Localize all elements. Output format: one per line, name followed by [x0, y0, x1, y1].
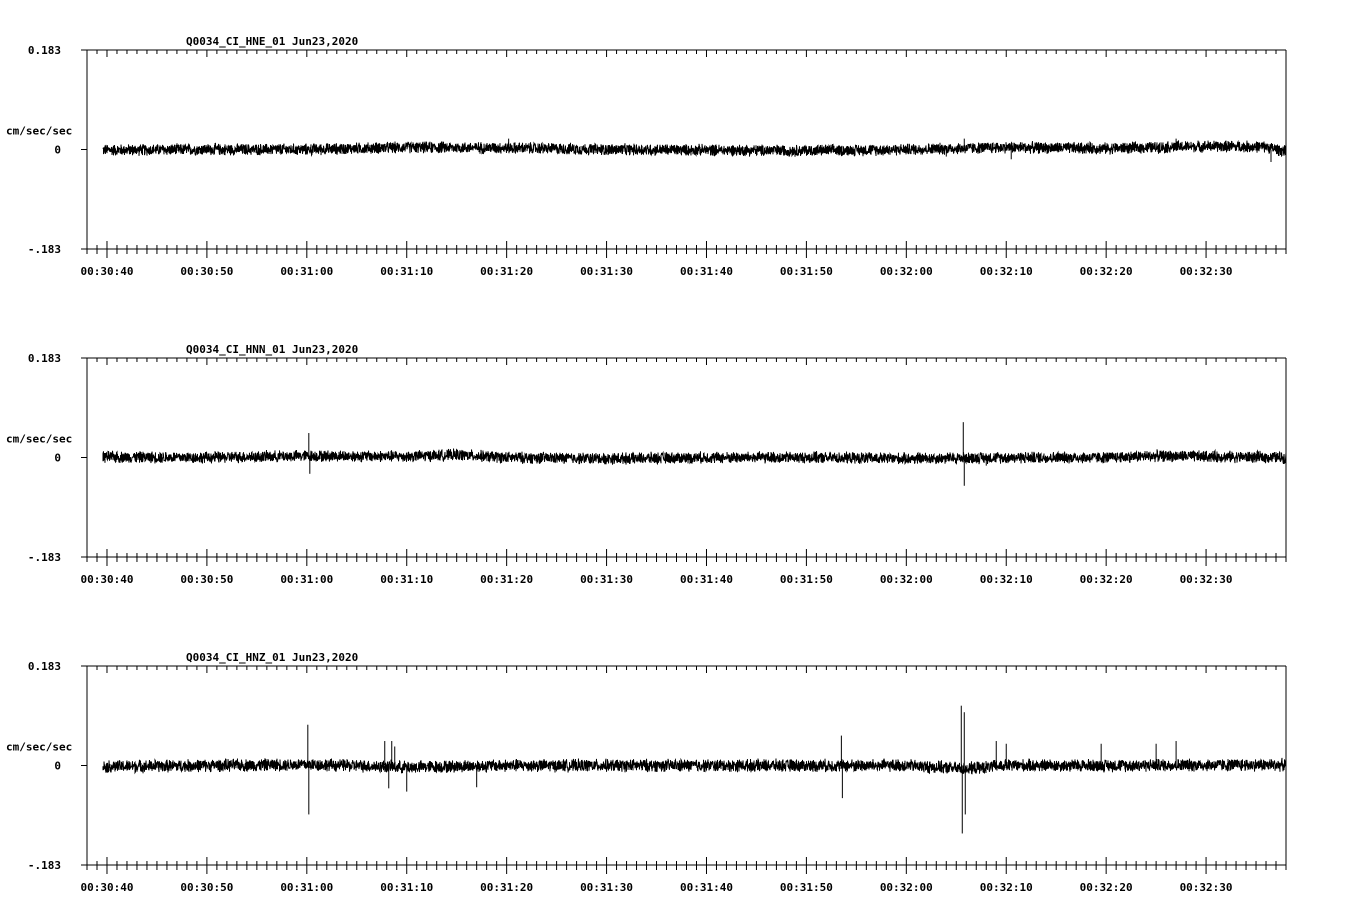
x-tick-label: 00:31:30 [580, 573, 633, 586]
y-tick-label: -.183 [28, 243, 61, 256]
x-tick-label: 00:31:40 [680, 573, 733, 586]
waveform-trace [102, 448, 1287, 466]
x-tick-label: 00:32:00 [880, 573, 933, 586]
x-tick-label: 00:31:50 [780, 265, 833, 278]
waveform-trace [102, 757, 1287, 775]
x-tick-label: 00:32:10 [980, 573, 1033, 586]
x-tick-label: 00:32:10 [980, 881, 1033, 894]
x-tick-label: 00:31:50 [780, 573, 833, 586]
x-tick-label: 00:32:00 [880, 881, 933, 894]
x-tick-label: 00:32:10 [980, 265, 1033, 278]
y-tick-label: 0.183 [28, 660, 61, 673]
panel-title: Q0034_CI_HNN_01 Jun23,2020 [186, 343, 358, 356]
x-tick-label: 00:31:20 [480, 265, 533, 278]
panel-title: Q0034_CI_HNZ_01 Jun23,2020 [186, 651, 358, 664]
y-tick-label: -.183 [28, 859, 61, 872]
x-tick-label: 00:31:40 [680, 265, 733, 278]
x-tick-label: 00:30:40 [80, 573, 133, 586]
x-tick-label: 00:32:30 [1180, 881, 1233, 894]
x-tick-label: 00:31:00 [280, 573, 333, 586]
x-tick-label: 00:32:20 [1080, 573, 1133, 586]
x-tick-label: 00:32:00 [880, 265, 933, 278]
x-tick-label: 00:30:50 [180, 573, 233, 586]
x-tick-label: 00:31:40 [680, 881, 733, 894]
y-tick-label: 0.183 [28, 44, 61, 57]
y-tick-label: 0 [54, 144, 61, 157]
x-tick-label: 00:32:20 [1080, 881, 1133, 894]
x-tick-label: 00:30:50 [180, 881, 233, 894]
y-axis-label: cm/sec/sec [6, 433, 72, 446]
y-axis-label: cm/sec/sec [6, 125, 72, 138]
x-tick-label: 00:32:30 [1180, 265, 1233, 278]
seismogram-plots: 0.183 0 -.183 cm/sec/sec Q0034_CI_HNE_01 Jun… [6, 35, 1287, 894]
y-tick-label: -.183 [28, 551, 61, 564]
x-tick-label: 00:32:20 [1080, 265, 1133, 278]
y-axis-label: cm/sec/sec [6, 741, 72, 754]
x-tick-label: 00:31:20 [480, 573, 533, 586]
x-tick-label: 00:30:40 [80, 265, 133, 278]
x-tick-label: 00:31:50 [780, 881, 833, 894]
x-tick-label: 00:31:10 [380, 881, 433, 894]
x-tick-label: 00:30:40 [80, 881, 133, 894]
y-tick-label: 0 [54, 760, 61, 773]
x-tick-label: 00:32:30 [1180, 573, 1233, 586]
x-tick-label: 00:31:20 [480, 881, 533, 894]
y-tick-label: 0.183 [28, 352, 61, 365]
x-tick-label: 00:31:10 [380, 265, 433, 278]
x-tick-label: 00:31:30 [580, 265, 633, 278]
x-tick-label: 00:31:00 [280, 881, 333, 894]
y-tick-label: 0 [54, 452, 61, 465]
x-tick-label: 00:30:50 [180, 265, 233, 278]
x-tick-label: 00:31:30 [580, 881, 633, 894]
x-tick-label: 00:31:10 [380, 573, 433, 586]
x-tick-label: 00:31:00 [280, 265, 333, 278]
panel-title: Q0034_CI_HNE_01 Jun23,2020 [186, 35, 358, 48]
waveform-trace [102, 139, 1287, 158]
